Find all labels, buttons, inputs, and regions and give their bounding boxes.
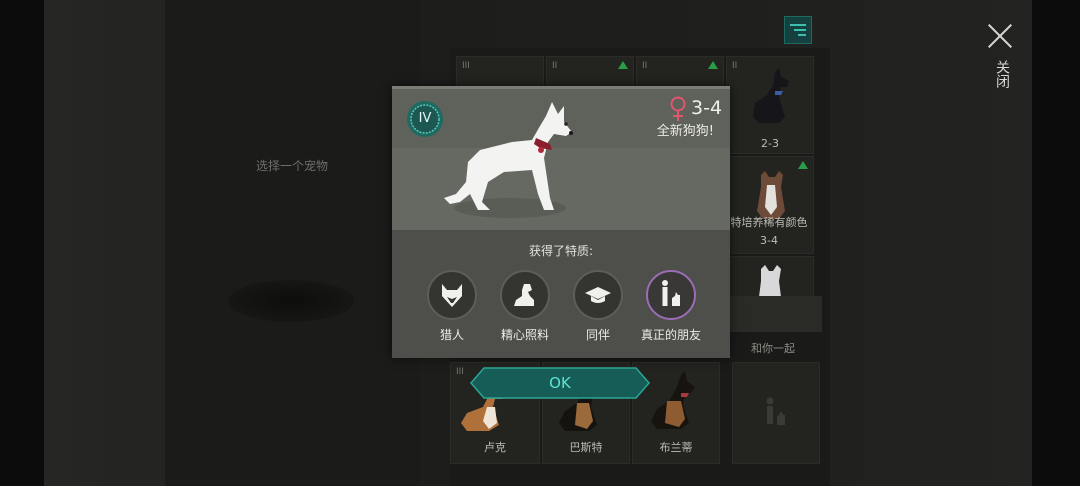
- dog-thumbnail-icon: [651, 371, 695, 429]
- close-button[interactable]: [986, 22, 1014, 50]
- trait-hunter[interactable]: 猎人: [417, 270, 487, 343]
- upgrade-arrow-icon: [708, 61, 718, 69]
- graduation-cap-icon: [585, 287, 611, 303]
- right-letterbox: [1032, 0, 1080, 486]
- pet-card-empty[interactable]: [732, 362, 820, 464]
- new-dog-label: 全新狗狗!: [656, 124, 714, 139]
- white-shepherd-dog: [444, 102, 573, 218]
- trait-careful-care[interactable]: 精心照料: [490, 270, 560, 343]
- trait-label: 同伴: [585, 328, 610, 342]
- upgrade-arrow-icon: [798, 161, 808, 169]
- new-pet-dialog: IV 3-4 全新狗狗! 获得了特质: 猎人 精心照料 同伴 真正的朋友: [392, 86, 730, 358]
- tier-label: IV: [418, 111, 432, 126]
- tier-label: II: [732, 61, 738, 71]
- pet-card-r3c3[interactable]: [726, 296, 822, 332]
- pet-caption: 2-3: [761, 137, 779, 150]
- pet-card-r2c3[interactable]: [726, 256, 814, 298]
- traits-title: 获得了特质:: [528, 244, 594, 258]
- pet-pedestal-shadow: [228, 280, 354, 322]
- pet-preview-panel: [165, 0, 420, 486]
- person-with-dog-icon: [766, 397, 785, 425]
- pet-caption: 巴斯特: [569, 441, 603, 454]
- color-code: 3-4: [691, 97, 723, 119]
- pet-caption: 布兰蒂: [659, 441, 693, 454]
- tier-label: III: [456, 367, 464, 377]
- pick-pet-label: 选择一个宠物: [255, 159, 328, 173]
- sitting-dog-icon: [514, 284, 534, 306]
- trait-companion[interactable]: 同伴: [563, 270, 633, 343]
- ok-button-label: OK: [549, 374, 571, 392]
- trait-label: 真正的朋友: [640, 328, 701, 342]
- upgrade-arrow-icon: [618, 61, 628, 69]
- dog-thumbnail-icon: [759, 265, 781, 297]
- left-letterbox: [0, 0, 44, 486]
- pet-caption: 卢克: [484, 441, 506, 454]
- pet-caption: 特培养稀有颜色3-4: [730, 216, 808, 247]
- pet-caption: 和你一起: [751, 342, 795, 355]
- trait-label: 猎人: [439, 328, 464, 342]
- tier-label: II: [642, 61, 648, 71]
- fox-icon: [442, 284, 462, 307]
- tier-label: III: [462, 61, 470, 71]
- pet-card-r0c3[interactable]: II 2-3: [726, 56, 814, 154]
- trait-label: 精心照料: [500, 328, 549, 342]
- tier-label: II: [552, 61, 558, 71]
- dog-thumbnail-icon: [753, 67, 789, 123]
- person-with-dog-icon: [662, 280, 680, 306]
- close-label: 关闭: [994, 60, 1010, 88]
- female-icon: [670, 96, 686, 121]
- filter-button[interactable]: [784, 16, 812, 44]
- trait-true-friend[interactable]: 真正的朋友: [636, 270, 706, 343]
